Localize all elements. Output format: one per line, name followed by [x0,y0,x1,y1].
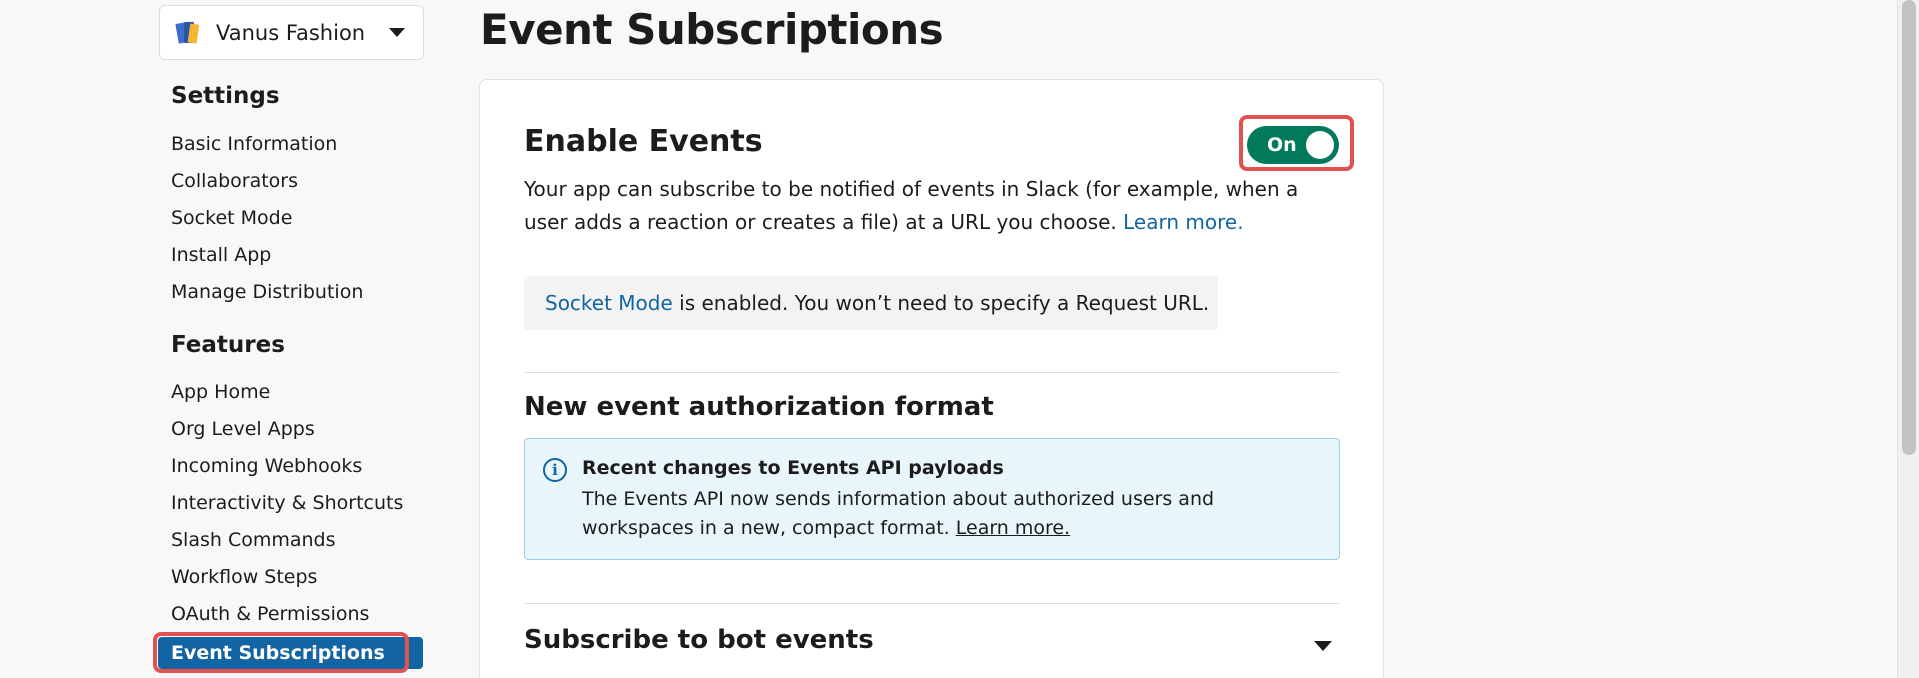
toggle-knob [1306,131,1334,159]
learn-more-link[interactable]: Learn more. [1123,210,1243,234]
scrollbar[interactable] [1897,0,1919,678]
sidebar-item-slash-commands[interactable]: Slash Commands [171,529,336,551]
page-title: Event Subscriptions [480,5,944,54]
sidebar-item-socket-mode[interactable]: Socket Mode [171,207,292,229]
app-name: Vanus Fashion [216,20,366,45]
app-switcher[interactable]: Vanus Fashion [159,5,424,60]
sidebar-item-app-home[interactable]: App Home [171,381,270,403]
sidebar-item-oauth-permissions[interactable]: OAuth & Permissions [171,603,369,625]
divider [524,603,1340,604]
enable-events-heading: Enable Events [524,124,763,159]
app-icon [175,21,200,44]
sidebar-item-interactivity-shortcuts[interactable]: Interactivity & Shortcuts [171,492,403,514]
toggle-label: On [1267,134,1297,156]
socket-mode-note-text: is enabled. You won’t need to specify a … [672,291,1210,315]
main-card: Enable Events On Your app can subscribe … [479,79,1384,678]
sidebar-item-label: Event Subscriptions [171,642,385,664]
info-learn-more-link[interactable]: Learn more. [956,517,1070,539]
chevron-down-icon [389,28,405,37]
sidebar-item-event-subscriptions[interactable]: Event Subscriptions [158,637,423,669]
info-title: Recent changes to Events API payloads [582,457,1004,479]
sidebar-item-workflow-steps[interactable]: Workflow Steps [171,566,317,588]
info-icon: i [543,458,567,482]
sidebar-item-incoming-webhooks[interactable]: Incoming Webhooks [171,455,362,477]
scrollbar-thumb[interactable] [1902,0,1916,455]
enable-events-description: Your app can subscribe to be notified of… [524,177,1299,234]
sidebar-item-manage-distribution[interactable]: Manage Distribution [171,281,363,303]
sidebar-item-install-app[interactable]: Install App [171,244,271,266]
sidebar-item-collaborators[interactable]: Collaborators [171,170,298,192]
sidebar-settings-title: Settings [171,83,280,109]
sidebar-item-org-level-apps[interactable]: Org Level Apps [171,418,315,440]
info-body: The Events API now sends information abo… [582,488,1215,539]
sidebar-features-title: Features [171,332,285,358]
info-banner: i Recent changes to Events API payloads … [524,438,1340,560]
auth-format-heading: New event authorization format [524,392,994,422]
chevron-down-icon[interactable] [1314,641,1332,651]
bot-events-heading[interactable]: Subscribe to bot events [524,625,874,655]
enable-events-toggle[interactable]: On [1247,126,1339,164]
divider [524,372,1340,373]
socket-mode-link[interactable]: Socket Mode [545,291,673,315]
socket-mode-note: Socket Mode is enabled. You won’t need t… [524,276,1218,330]
sidebar-item-basic-information[interactable]: Basic Information [171,133,337,155]
